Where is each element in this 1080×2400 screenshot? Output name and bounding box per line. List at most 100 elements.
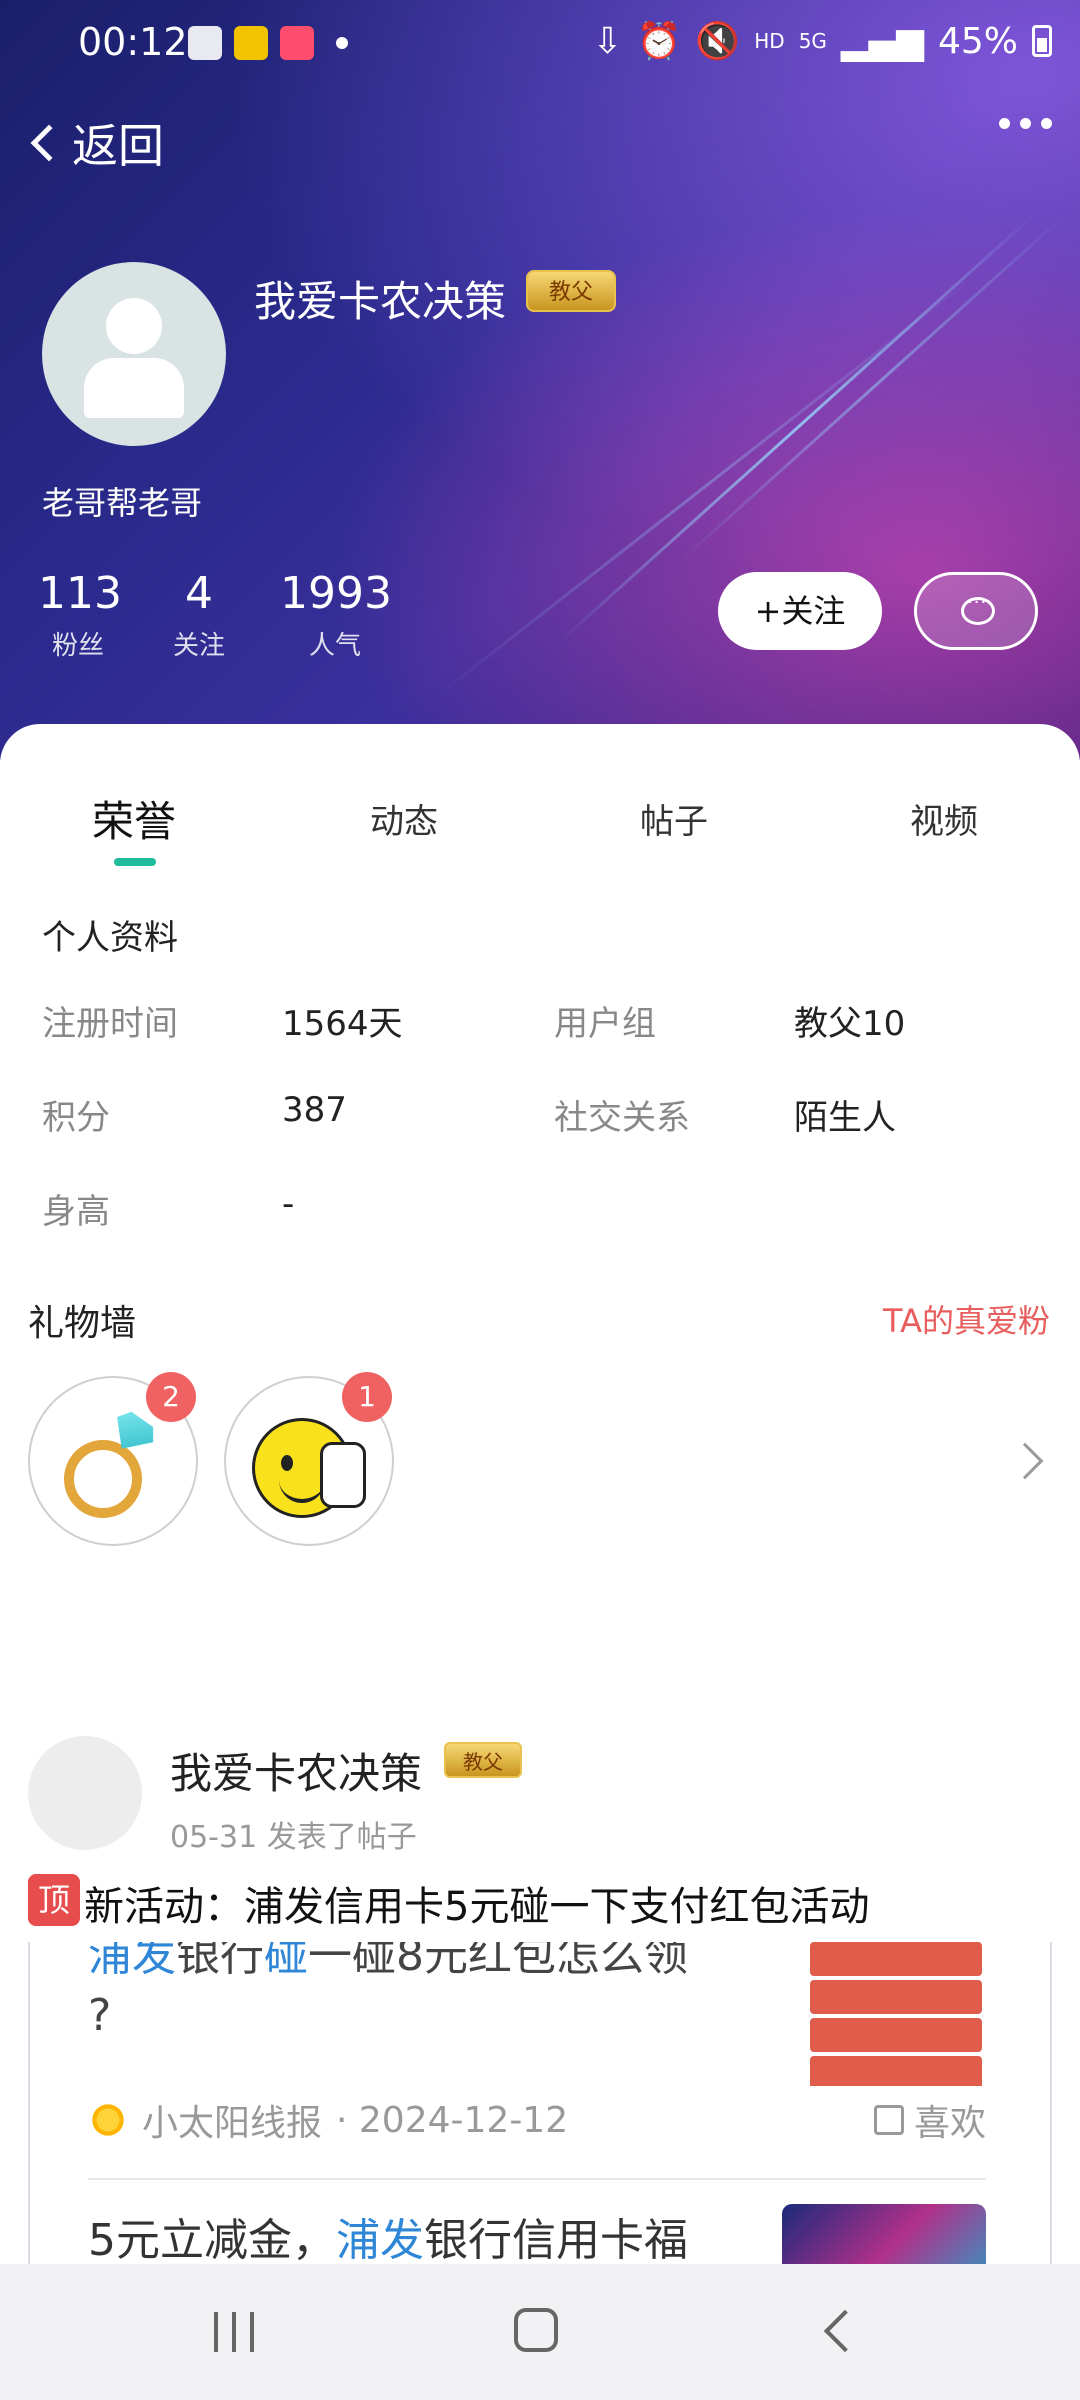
thumbs-up-icon: [320, 1442, 366, 1508]
username: 我爱卡农决策: [254, 277, 507, 326]
avatar-body-icon: [84, 358, 184, 418]
post-meta: 05-31 发表了帖子: [170, 1820, 417, 1855]
gallery-icon: [188, 26, 222, 60]
status-time: 00:12: [78, 20, 188, 64]
like-button[interactable]: 喜欢: [873, 2094, 986, 2146]
article-meta: 小太阳线报 · 2024-12-12: [88, 2094, 568, 2146]
thumbs-up-icon: [873, 2105, 904, 2135]
post-author-name[interactable]: 我爱卡农决策: [170, 1740, 422, 1801]
chevron-left-icon: [30, 124, 68, 162]
battery-text: 45%: [937, 20, 1018, 62]
embedded-content[interactable]: 浦发银行碰一碰8元红包怎么领 ? 小太阳线报 · 2024-12-12 喜欢 5…: [28, 1942, 1052, 2272]
info-key: 社交关系: [554, 1098, 690, 1138]
article-title[interactable]: 5元立减金，浦发银行信用卡福: [88, 2204, 688, 2268]
decor-streak: [678, 212, 1068, 563]
recent-apps-icon: [232, 2312, 236, 2352]
ring-icon: [64, 1440, 142, 1518]
info-key: 身高: [42, 1192, 110, 1232]
home-button[interactable]: [514, 2308, 558, 2352]
status-bar: 00:12 ⇩ ⏰ 🔇 HD 5G ▂▄▆ 45%: [0, 0, 1080, 90]
profile-info-title: 个人资料: [42, 918, 178, 958]
article-date: · 2024-12-12: [336, 2099, 569, 2141]
tab-activity[interactable]: 动态: [370, 794, 438, 843]
gift-thumbs-up[interactable]: 1: [224, 1372, 394, 1546]
avatar[interactable]: [42, 262, 226, 446]
stat-fans[interactable]: 113 粉丝: [38, 568, 122, 662]
info-value: 1564天: [282, 1004, 403, 1044]
gift-wall-title: 礼物墙: [28, 1303, 137, 1344]
stat-number: 1993: [280, 568, 392, 619]
coupon-image: [810, 2018, 982, 2052]
download-icon: ⇩: [592, 20, 623, 62]
gift-count-badge: 1: [342, 1372, 392, 1422]
article-text: 银行信用卡福: [424, 2215, 688, 2266]
bio: 老哥帮老哥: [42, 484, 203, 522]
hd-label: HD: [754, 29, 785, 53]
mute-icon: 🔇: [695, 21, 741, 62]
stat-label: 人气: [308, 631, 361, 661]
recent-apps-icon: [250, 2312, 254, 2352]
gift-ring[interactable]: 2: [28, 1372, 198, 1546]
back-button[interactable]: 返回: [26, 110, 164, 176]
stat-popularity[interactable]: 1993 人气: [280, 568, 392, 662]
article-thumbnail[interactable]: [790, 1942, 986, 2086]
follow-button[interactable]: +关注: [718, 572, 882, 650]
tab-bar: 荣誉 动态 帖子 视频: [0, 784, 1080, 864]
gift-count-badge: 2: [146, 1372, 196, 1422]
info-key: 积分: [42, 1098, 110, 1138]
article-source: 小太阳线报: [142, 2103, 323, 2144]
article-title[interactable]: 浦发银行碰一碰8元红包怎么领 ?: [88, 1942, 808, 2046]
coupon-image: [810, 2056, 982, 2086]
avatar-head-icon: [106, 298, 162, 354]
info-key: 用户组: [554, 1004, 656, 1044]
recent-apps-button[interactable]: [214, 2312, 254, 2352]
stat-label: 粉丝: [51, 631, 104, 661]
info-value: 387: [282, 1090, 347, 1130]
coupon-image: [810, 1980, 982, 2014]
system-back-button[interactable]: [823, 2309, 867, 2353]
recent-apps-icon: [214, 2312, 218, 2352]
rank-badge[interactable]: 教父: [526, 270, 616, 312]
true-fans-link[interactable]: TA的真爱粉: [883, 1296, 1050, 1342]
5g-label: 5G: [798, 29, 827, 53]
tab-videos[interactable]: 视频: [910, 794, 978, 843]
dot-icon: [1020, 118, 1031, 129]
tab-posts[interactable]: 帖子: [640, 794, 708, 843]
info-value: -: [282, 1184, 295, 1224]
stat-number: 4: [185, 568, 213, 619]
post-author-badge: 教父: [444, 1742, 522, 1778]
app-icon: [234, 26, 268, 60]
embedded-inner: 浦发银行碰一碰8元红包怎么领 ? 小太阳线报 · 2024-12-12 喜欢 5…: [52, 1942, 1028, 2272]
decor-streak: [429, 269, 983, 703]
battery-icon: [1032, 25, 1052, 57]
article-text: ?: [88, 1990, 112, 2041]
alarm-icon: ⏰: [636, 21, 682, 62]
post-author-avatar[interactable]: [28, 1736, 142, 1850]
highlight-text: 浦发: [88, 1942, 176, 1981]
back-label: 返回: [72, 119, 164, 173]
chevron-right-icon[interactable]: [1006, 1442, 1044, 1480]
more-options-button[interactable]: [999, 118, 1052, 129]
tab-honor[interactable]: 荣誉: [92, 788, 176, 849]
highlight-text: 碰: [264, 1942, 308, 1981]
divider: [88, 2178, 986, 2180]
status-right: ⇩ ⏰ 🔇 HD 5G ▂▄▆ 45%: [592, 20, 1052, 62]
dot-icon: [1041, 118, 1052, 129]
info-value: 陌生人: [794, 1098, 896, 1138]
article-thumbnail[interactable]: [782, 2204, 986, 2272]
active-tab-indicator: [114, 858, 156, 866]
post-title[interactable]: 新活动：浦发信用卡5元碰一下支付红包活动: [84, 1874, 869, 1932]
stat-number: 113: [38, 568, 122, 619]
highlight-text: 浦发: [336, 2215, 424, 2266]
system-nav-bar: [0, 2264, 1080, 2400]
shop-icon: [280, 26, 314, 60]
dot-icon: [336, 37, 348, 49]
dot-icon: [999, 118, 1010, 129]
article-text: 5元立减金，: [88, 2215, 336, 2266]
chat-bubble-icon: [961, 592, 995, 625]
stat-following[interactable]: 4 关注: [168, 568, 230, 662]
profile-page: 00:12 ⇩ ⏰ 🔇 HD 5G ▂▄▆ 45% 返回 我爱卡农决策 教父 老…: [0, 0, 1080, 2400]
article-text: 银行: [176, 1942, 264, 1981]
sun-icon: [88, 2100, 128, 2140]
message-button[interactable]: [914, 572, 1038, 650]
